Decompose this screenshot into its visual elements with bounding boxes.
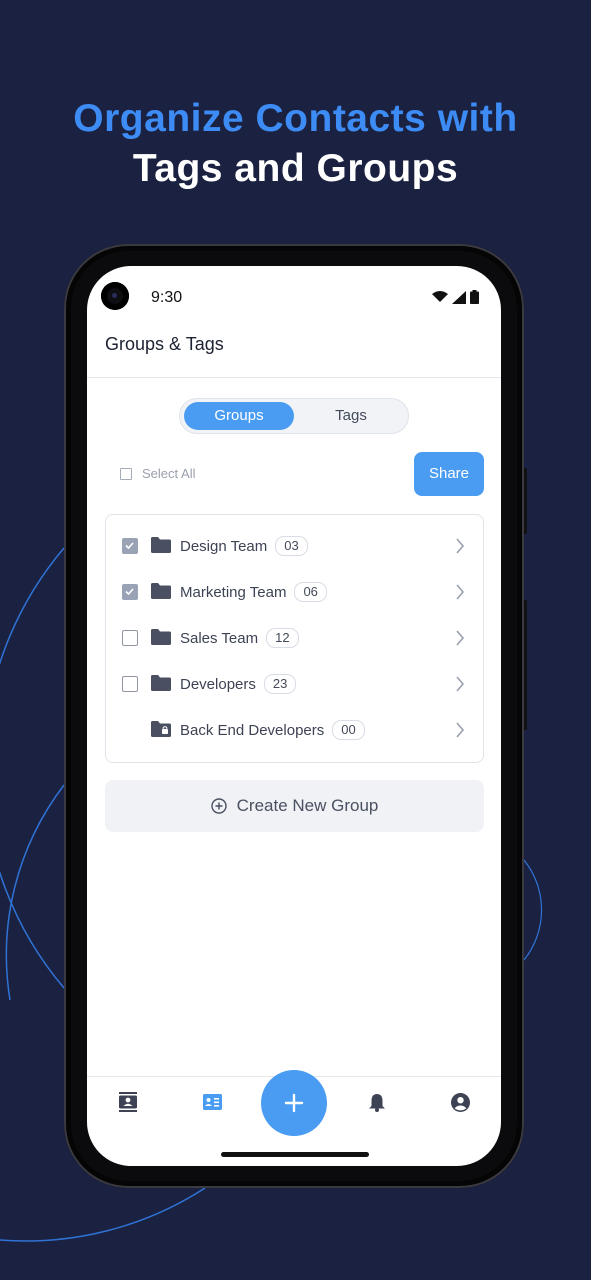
group-name: Design Team 03 <box>180 536 308 556</box>
select-all[interactable]: Select All <box>120 466 195 481</box>
tab-tags[interactable]: Tags <box>296 402 406 430</box>
signal-icon <box>452 290 466 304</box>
account-icon <box>451 1093 470 1112</box>
add-button[interactable] <box>261 1070 327 1136</box>
chevron-right-icon <box>456 722 465 738</box>
tab-groups[interactable]: Groups <box>184 402 294 430</box>
group-row-design-team[interactable]: Design Team 03 <box>106 523 483 569</box>
locked-folder-icon <box>151 721 171 737</box>
select-all-label: Select All <box>142 466 196 481</box>
home-indicator <box>221 1152 369 1157</box>
share-button[interactable]: Share <box>414 452 484 496</box>
bell-icon <box>369 1094 385 1112</box>
group-checkbox[interactable] <box>122 676 138 692</box>
group-checkbox[interactable] <box>122 538 138 554</box>
group-checkbox[interactable] <box>122 630 138 646</box>
group-count-badge: 06 <box>294 582 327 602</box>
groups-tags-toggle: Groups Tags <box>179 398 409 434</box>
group-checkbox[interactable] <box>122 584 138 600</box>
headline-line-1: Organize Contacts with <box>73 97 518 140</box>
add-icon <box>284 1093 304 1113</box>
nav-contacts[interactable] <box>119 1092 137 1117</box>
group-row-back-end-developers[interactable]: Back End Developers 00 <box>106 707 483 753</box>
chevron-right-icon <box>456 630 465 646</box>
group-count-badge: 03 <box>275 536 308 556</box>
group-count-badge: 12 <box>266 628 299 648</box>
group-count-badge: 00 <box>332 720 365 740</box>
nav-notifications[interactable] <box>369 1093 385 1117</box>
group-row-sales-team[interactable]: Sales Team 12 <box>106 615 483 661</box>
wifi-icon <box>432 291 448 302</box>
status-icons <box>432 290 479 304</box>
groups-list: Design Team 03 Marketing Team 06 Sales T… <box>105 514 484 763</box>
group-name: Marketing Team 06 <box>180 582 327 602</box>
folder-icon <box>151 583 171 599</box>
group-row-developers[interactable]: Developers 23 <box>106 661 483 707</box>
chevron-right-icon <box>456 538 465 554</box>
header-divider <box>87 377 501 378</box>
battery-icon <box>470 290 479 304</box>
group-name-text: Marketing Team <box>180 584 287 601</box>
group-name-text: Sales Team <box>180 630 259 647</box>
folder-icon <box>151 537 171 553</box>
group-name: Back End Developers 00 <box>180 720 365 740</box>
headline-line-2: Tags and Groups <box>132 147 459 190</box>
group-name-text: Design Team <box>180 538 268 555</box>
contact-card-icon <box>203 1094 222 1110</box>
chevron-right-icon <box>456 676 465 692</box>
group-name: Developers 23 <box>180 674 297 694</box>
contacts-book-icon <box>119 1092 137 1112</box>
front-camera <box>101 282 129 310</box>
status-time: 9:30 <box>151 289 183 306</box>
group-name-text: Back End Developers <box>180 722 325 739</box>
group-name: Sales Team 12 <box>180 628 299 648</box>
chevron-right-icon <box>456 584 465 600</box>
folder-icon <box>151 629 171 645</box>
create-new-group-label: Create New Group <box>236 796 379 815</box>
nav-account[interactable] <box>451 1093 470 1117</box>
add-circle-icon <box>210 798 227 814</box>
nav-contact-cards[interactable] <box>203 1094 222 1115</box>
select-all-checkbox[interactable] <box>120 467 132 480</box>
group-count-badge: 23 <box>263 674 297 694</box>
headline: Organize Contacts with Tags and Groups <box>0 94 591 194</box>
group-name-text: Developers <box>180 676 256 693</box>
group-row-marketing-team[interactable]: Marketing Team 06 <box>106 569 483 615</box>
create-new-group-button[interactable]: Create New Group <box>105 780 484 832</box>
page-title: Groups & Tags <box>105 334 224 354</box>
folder-icon <box>151 675 171 691</box>
check-icon <box>125 542 134 550</box>
phone-screen: 9:30 Groups & Tags Groups Tags Select Al… <box>87 266 501 1166</box>
check-icon <box>125 588 134 596</box>
